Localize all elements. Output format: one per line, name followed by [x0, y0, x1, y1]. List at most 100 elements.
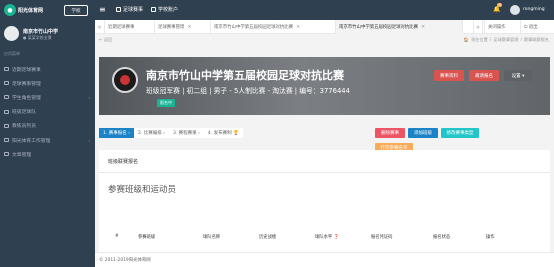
main-content: « 近期足球赛事 足球赛事管理 × 南京市竹山中学第五届校园足球对抗比赛 × 南… [95, 20, 554, 267]
sidebar-section-label: 应用菜单 [4, 51, 20, 56]
step-results[interactable]: 3. 赛程赛果 › [168, 128, 204, 138]
back-link[interactable]: ← 返回 [99, 37, 112, 43]
tab-scroll-right-icon[interactable]: » [473, 20, 483, 34]
breadcrumb-separator: / [489, 37, 492, 42]
table-header: # 参赛班级 球队名称 历史战绩 球队水平 ❓ 报名凭证码 报名状态 操作 [99, 234, 550, 242]
sidebar: 南京市竹山中学 ● 某某学校全景 应用菜单 近期足球赛事 足球赛事管理 学生角色… [0, 20, 95, 267]
chevron-left-icon: ‹ [88, 137, 90, 143]
bell-icon[interactable]: 🔔 [493, 6, 500, 13]
tab-label: 足球赛事管理 [158, 25, 185, 30]
close-icon[interactable]: × [187, 24, 191, 30]
user-avatar[interactable] [510, 5, 520, 15]
tab-recent-events[interactable]: 近期足球赛事 [105, 20, 155, 34]
logout-label: 退出 [528, 25, 538, 30]
topnav-school-account-label: 学校账户 [158, 7, 179, 13]
event-meta: 班级冠军赛 | 初二组 | 男子 - 5人制比赛 - 淘汰赛 | 编号：3776… [146, 87, 350, 95]
home-icon: 🏠 [463, 37, 470, 42]
flag-icon [4, 152, 9, 157]
signup-panel: 班级联赛报名 参赛班级和运动员 # 参赛班级 球队名称 历史战绩 球队水平 ❓ … [99, 150, 550, 262]
tab-label: 南京市竹山中学第五届校园足球对抗比赛 [339, 25, 419, 30]
tab-label: 近期足球赛事 [108, 25, 135, 30]
copyright-text: © 2011-2019阳光体育网 [99, 258, 151, 263]
users-icon [4, 95, 9, 100]
chevron-left-icon: ‹ [88, 95, 90, 101]
sidebar-item-event-management[interactable]: 足球赛事管理 [0, 76, 95, 90]
flag-icon [4, 67, 9, 72]
column-header: 历史战绩 [259, 235, 277, 240]
footer: © 2011-2019阳光体育网 [95, 252, 554, 267]
close-icon[interactable]: × [296, 24, 300, 30]
profile-name: 南京市竹山中学 [23, 29, 59, 35]
breadcrumb-item[interactable]: 现在位置 [471, 37, 488, 43]
user-name[interactable]: rongming [523, 7, 545, 12]
event-info-button[interactable]: 赛事资料 [434, 70, 464, 81]
sidebar-profile: 南京市竹山中学 ● 某某学校全景 [0, 20, 95, 47]
sidebar-item-label: 文章管理 [12, 152, 32, 158]
sidebar-item-student-roles[interactable]: 学生角色管理 ‹ [0, 90, 95, 104]
delete-event-button[interactable]: 删除赛事 [375, 128, 405, 138]
column-header: 报名凭证码 [371, 235, 393, 240]
breadcrumb: 🏠 现在位置 / 足球赛事管理 / 赛事联赛报名 [464, 37, 549, 43]
school-switch-button[interactable]: 学校 [64, 5, 88, 16]
sidebar-item-recent-events[interactable]: 近期足球赛事 [0, 62, 95, 76]
sidebar-item-label: 近期足球赛事 [12, 67, 41, 73]
tab-bar: « 近期足球赛事 足球赛事管理 × 南京市竹山中学第五届校园足球对抗比赛 × 南… [95, 20, 554, 34]
top-nav: 足球赛事 学校账户 [116, 6, 178, 13]
breadcrumb-item[interactable]: 足球赛事管理 [493, 37, 518, 43]
sidebar-item-sports-work[interactable]: 阳光体育工作管理 ‹ [0, 133, 95, 147]
column-header: 球队名称 [203, 235, 221, 240]
sidebar-item-coaches[interactable]: 教练员列员 [0, 119, 95, 133]
column-header: 操作 [486, 235, 495, 240]
top-navbar: ● 阳光体育网 学校 ≡ 足球赛事 学校账户 🔔 9 rongming [0, 0, 554, 20]
topnav-football-events[interactable]: 足球赛事 [116, 6, 143, 13]
logo-text: 阳光体育网 [18, 7, 44, 14]
settings-dropdown-button[interactable]: 设置 ▾ [504, 70, 532, 81]
column-header: 报名状态 [433, 235, 451, 240]
status-badge: 报名中 [157, 99, 175, 107]
column-header: # [115, 234, 119, 239]
building-icon [151, 7, 157, 12]
event-title: 南京市竹山中学第五届校园足球对抗比赛 [146, 69, 344, 82]
notification-badge: 9 [497, 3, 503, 7]
school-avatar[interactable] [4, 26, 19, 41]
sidebar-item-label: 教练员列员 [12, 124, 36, 130]
add-class-button[interactable]: 添加班级 [408, 128, 438, 138]
profile-subtitle: ● 某某学校全景 [23, 35, 52, 40]
sidebar-item-class-teams[interactable]: 班级足球队 [0, 105, 95, 119]
step-publish[interactable]: 4. 发布赛制 🏆 [203, 128, 243, 138]
progress-steps: 1. 赛事报名 › 2. 比赛编排 › 3. 赛程赛果 › 4. 发布赛制 🏆 [99, 128, 399, 138]
sidebar-item-label: 班级足球队 [12, 110, 36, 116]
invite-signup-button[interactable]: 邀请报名 [469, 70, 499, 81]
edit-event-type-button[interactable]: 修改赛事类型 [441, 128, 479, 138]
tab-event-detail-active[interactable]: 南京市竹山中学第五届校园足球对抗比赛 × [336, 20, 463, 34]
close-icon[interactable]: × [421, 24, 425, 30]
step-schedule[interactable]: 2. 比赛编排 › [133, 128, 169, 138]
breadcrumb-item: 赛事联赛报名 [523, 37, 549, 42]
shield-icon [4, 109, 9, 114]
sidebar-item-articles[interactable]: 文章管理 [0, 147, 95, 161]
logout-button[interactable]: ⏻ 退出 [520, 20, 541, 34]
close-ops-label: 关闭操作 [488, 25, 506, 30]
flag-icon [116, 7, 121, 12]
topnav-school-account[interactable]: 学校账户 [151, 6, 178, 13]
column-header: 参赛班级 [138, 235, 156, 240]
column-header: 球队水平 ❓ [315, 235, 339, 240]
step-signup[interactable]: 1. 赛事报名 › [99, 128, 134, 138]
sidebar-item-label: 阳光体育工作管理 [12, 138, 51, 144]
panel-title: 班级联赛报名 [108, 159, 139, 165]
flag-icon [4, 81, 9, 86]
site-logo[interactable]: ● 阳光体育网 [4, 4, 43, 16]
user-icon [4, 123, 9, 128]
close-ops-button[interactable]: 关闭操作 [484, 20, 509, 34]
tab-label: 南京市竹山中学第五届校园足球对抗比赛 [214, 25, 294, 30]
tab-event-management[interactable]: 足球赛事管理 × [155, 20, 211, 34]
logo-icon: ● [4, 4, 16, 16]
briefcase-icon [4, 138, 9, 143]
team-crest-icon [112, 67, 138, 93]
sidebar-item-label: 足球赛事管理 [12, 81, 41, 87]
tab-scroll-left-icon[interactable]: « [95, 20, 105, 34]
menu-toggle-icon[interactable]: ≡ [99, 5, 106, 15]
event-banner: 南京市竹山中学第五届校园足球对抗比赛 班级冠军赛 | 初二组 | 男子 - 5人… [99, 57, 550, 115]
tab-event-detail[interactable]: 南京市竹山中学第五届校园足球对抗比赛 × [211, 20, 336, 34]
panel-subtitle: 参赛班级和运动员 [108, 185, 177, 195]
